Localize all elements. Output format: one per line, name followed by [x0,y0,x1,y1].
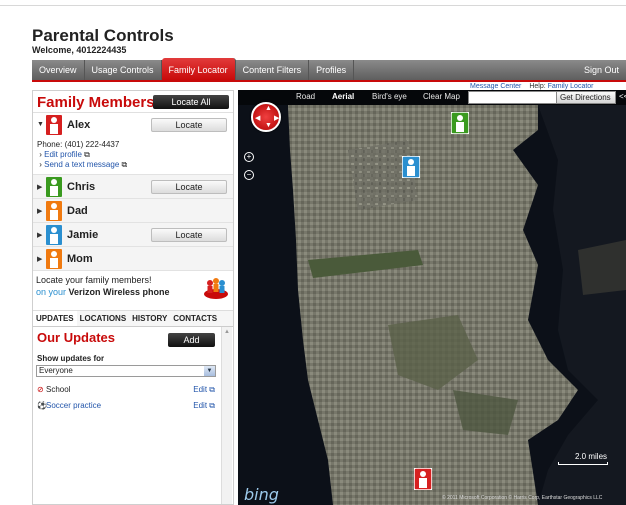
collapse-arrow-icon[interactable]: ▼ [37,121,44,128]
family-members-header: Family Members Locate All [33,91,233,113]
map-view-birds-eye[interactable]: Bird's eye [372,92,407,101]
welcome-text: Welcome, 4012224435 [32,45,127,55]
member-row-dad[interactable]: ▶ Dad [33,199,233,223]
map-pin-jamie-icon[interactable] [402,156,420,178]
edit-school-link[interactable]: Edit ⧉ [193,385,215,395]
member-phone: Phone: (401) 222-4437 [37,140,120,149]
update-item-soccer[interactable]: ⚽Soccer practice Edit ⧉ [37,401,215,410]
soccer-ball-icon: ⚽ [37,401,47,410]
family-members-title: Family Members [37,94,155,111]
family-group-icon [204,278,228,299]
tab-locations[interactable]: LOCATIONS [77,311,130,326]
page-title: Parental Controls [32,26,174,45]
tab-history[interactable]: HISTORY [129,311,170,326]
sign-out-link[interactable]: Sign Out [577,60,626,80]
member-row-jamie[interactable]: ▶ Jamie Locate [33,223,233,247]
send-text-link[interactable]: Send a text message [44,160,119,169]
tab-updates[interactable]: UPDATES [33,311,77,326]
map-view-road[interactable]: Road [296,92,315,101]
locate-jamie-button[interactable]: Locate [151,228,227,242]
map-view-aerial[interactable]: Aerial [332,92,354,101]
tab-usage-controls[interactable]: Usage Controls [85,60,162,80]
edit-profile-row: › Edit profile ⧉ [37,150,90,159]
update-label: Soccer practice [46,401,102,410]
map-copyright: © 2011 Microsoft Corporation © Harris Co… [442,495,603,501]
zoom-in-icon[interactable]: + [244,152,254,162]
nav-underline [32,80,626,82]
map-scale-bar [558,462,608,465]
main-nav: Overview Usage Controls Family Locator C… [32,58,626,80]
member-name: Mom [67,253,93,265]
chevron-down-icon[interactable]: ▼ [204,366,215,376]
updates-tabbar: UPDATES LOCATIONS HISTORY CONTACTS [33,311,233,327]
update-item-school[interactable]: ⊘ School Edit ⧉ [37,385,215,394]
edit-soccer-link[interactable]: Edit ⧉ [193,401,215,411]
locate-chris-button[interactable]: Locate [151,180,227,194]
add-update-button[interactable]: Add Update [168,333,215,359]
map-pin-alex-icon[interactable] [414,468,432,490]
person-icon-dad [46,201,62,221]
promo-prefix: on your [36,287,67,297]
tab-overview[interactable]: Overview [32,60,85,80]
collapse-panel-icon[interactable]: << [619,92,626,101]
promo-brand: Verizon Wireless phone [68,287,170,297]
promo-line-1: Locate your family members! [36,275,152,285]
tab-contacts[interactable]: CONTACTS [170,311,220,326]
bing-logo: bing [244,485,279,504]
alert-icon: ⊘ [37,385,44,394]
message-center-link[interactable]: Message Center [470,83,521,90]
left-panel: Family Members Locate All ▼ Alex Locate … [32,90,234,505]
member-name: Chris [67,181,96,193]
map-view[interactable]: Road Aerial Bird's eye Clear Map ⌕ Get D… [238,90,626,505]
updates-filter-select[interactable]: Everyone ▼ [36,365,216,377]
tab-content-filters[interactable]: Content Filters [236,60,310,80]
expand-arrow-icon[interactable]: ▶ [37,231,42,239]
show-updates-label: Show updates for [37,354,105,363]
promo-line-2: on your Verizon Wireless phone [36,287,170,297]
map-pin-chris-icon[interactable] [451,112,469,134]
map-search-input[interactable] [468,91,566,104]
expand-arrow-icon[interactable]: ▶ [37,183,42,191]
member-row-chris[interactable]: ▶ Chris Locate [33,175,233,199]
person-icon-alex [46,115,62,135]
member-name: Alex [67,119,91,131]
member-details: Phone: (401) 222-4437 › Edit profile ⧉ ›… [37,140,127,170]
get-directions-button[interactable]: Get Directions [556,91,616,104]
top-border [0,0,626,6]
send-text-row: › Send a text message ⧉ [37,160,128,169]
member-name: Jamie [67,229,99,241]
updates-panel: Our Updates Add Update Show updates for … [33,327,233,504]
map-scale-label: 2.0 miles [575,452,608,461]
selected-filter-value: Everyone [39,366,73,375]
edit-profile-link[interactable]: Edit profile [44,150,82,159]
updates-title: Our Updates [37,330,116,345]
external-link-icon: ⧉ [84,150,90,159]
expand-arrow-icon[interactable]: ▶ [37,255,42,263]
update-label: School [46,385,71,394]
help-family-locator-link[interactable]: Family Locator [548,83,594,90]
locate-alex-button[interactable]: Locate [151,118,227,132]
promo-banner: Locate your family members! on your Veri… [33,271,233,311]
expand-arrow-icon[interactable]: ▶ [37,207,42,215]
locate-all-button[interactable]: Locate All [153,95,229,109]
map-pan-compass-icon[interactable]: ▲ ▼ ◀ ▶ [251,102,281,132]
utility-links: Message Center Help: Family Locator [470,83,594,90]
member-name: Dad [67,205,88,217]
person-icon-chris [46,177,62,197]
member-row-alex[interactable]: ▼ Alex Locate Phone: (401) 222-4437 › Ed… [33,113,233,175]
tab-profiles[interactable]: Profiles [309,60,355,80]
person-icon-jamie [46,225,62,245]
help-text: Help: [529,83,546,90]
map-clear[interactable]: Clear Map [423,92,460,101]
updates-scrollbar[interactable]: ▲ ▼ [221,327,232,504]
person-icon-mom [46,249,62,269]
external-link-icon: ⧉ [121,160,128,169]
help-label: Help: Family Locator [529,83,593,90]
scroll-up-icon[interactable]: ▲ [223,328,231,337]
zoom-out-icon[interactable]: − [244,170,254,180]
tab-family-locator[interactable]: Family Locator [161,58,236,80]
aerial-map-image[interactable] [238,90,626,505]
member-row-mom[interactable]: ▶ Mom [33,247,233,271]
